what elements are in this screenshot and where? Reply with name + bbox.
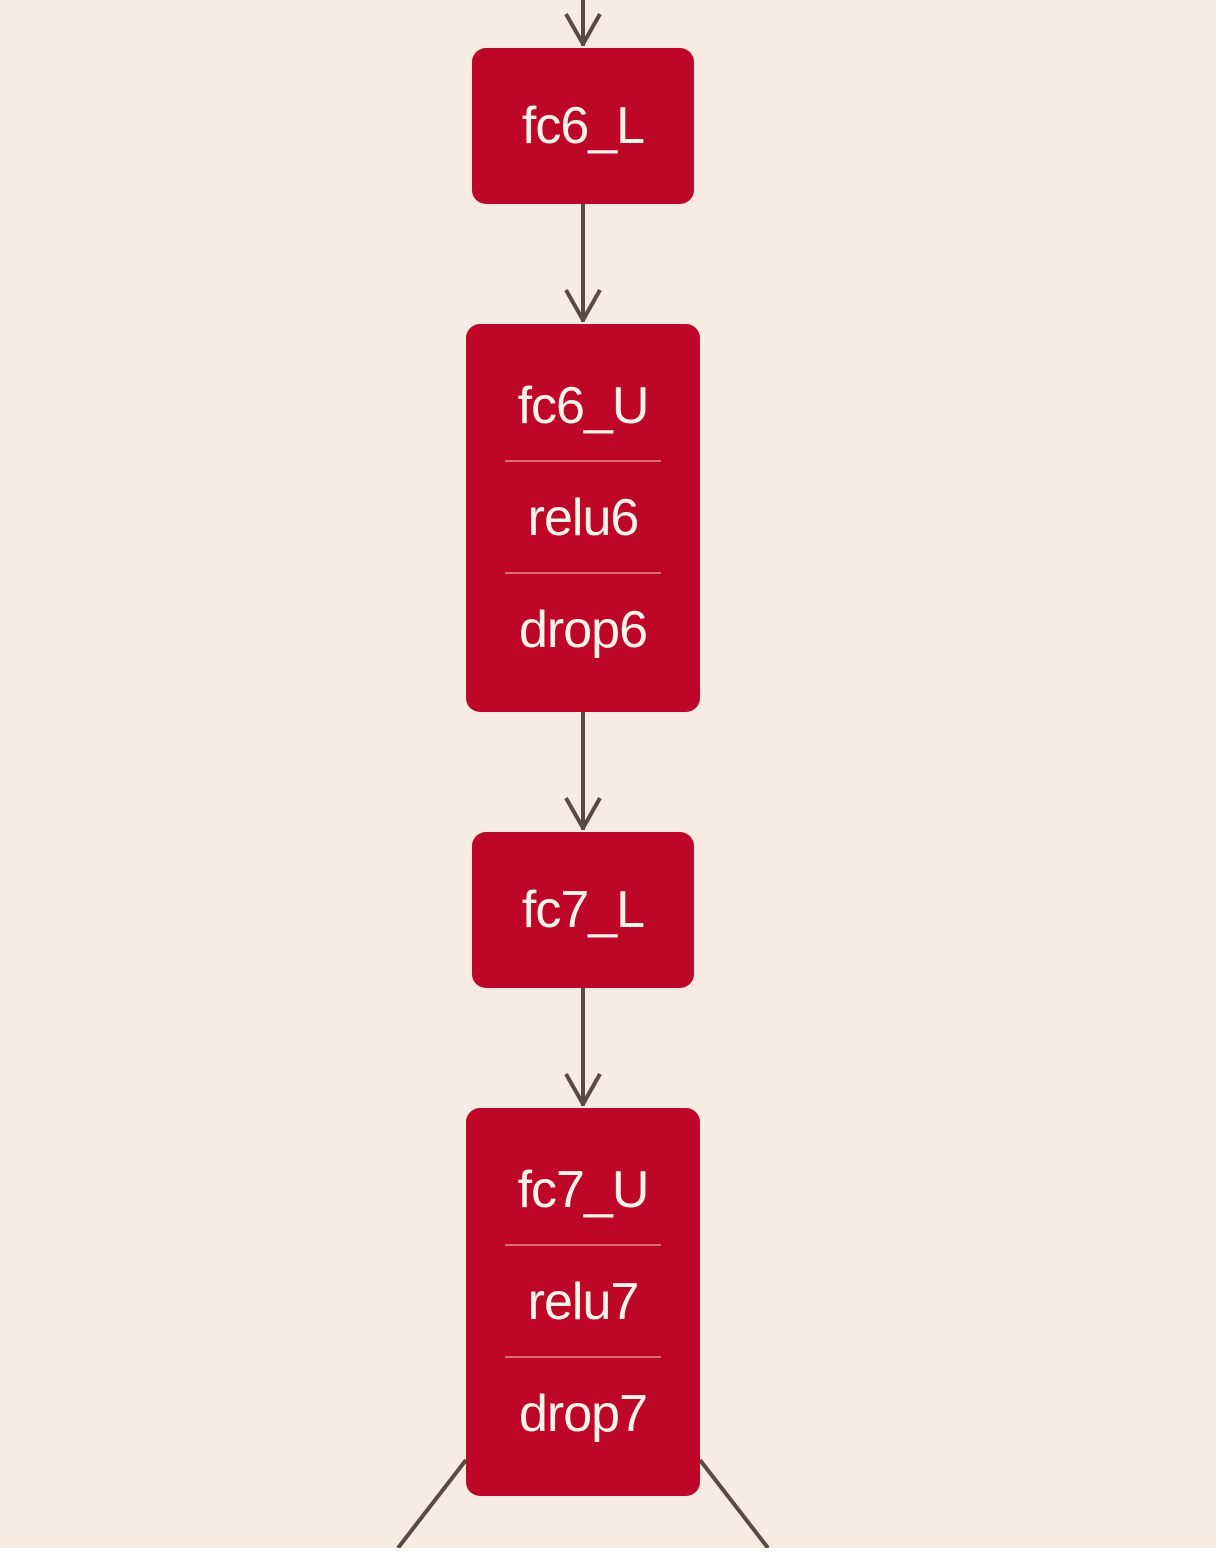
node-label-fc6-l: fc6_L	[521, 97, 645, 155]
node-separator	[505, 460, 661, 462]
node-label-fc7-l: fc7_L	[521, 881, 645, 939]
node-label-fc7-u: fc7_U	[517, 1161, 650, 1219]
node-separator	[505, 1244, 661, 1246]
node-fc6-u[interactable]: fc6_U relu6 drop6	[466, 324, 700, 712]
edge-fc7-u-outgoing-left	[396, 1458, 468, 1548]
node-separator	[505, 572, 661, 574]
node-label-relu7: relu7	[527, 1273, 640, 1331]
node-label-relu6: relu6	[527, 489, 640, 547]
node-separator	[505, 1356, 661, 1358]
node-label-fc6-u: fc6_U	[517, 377, 650, 435]
node-fc6-l[interactable]: fc6_L	[472, 48, 694, 204]
diagram-canvas: fc6_L fc6_U relu6 drop6 fc7_L fc7_U relu…	[0, 0, 1216, 1548]
node-fc7-u[interactable]: fc7_U relu7 drop7	[466, 1108, 700, 1496]
edge-fc7-u-outgoing-right	[698, 1458, 770, 1548]
node-fc7-l[interactable]: fc7_L	[472, 832, 694, 988]
node-label-drop7: drop7	[519, 1385, 648, 1443]
node-label-drop6: drop6	[519, 601, 648, 659]
